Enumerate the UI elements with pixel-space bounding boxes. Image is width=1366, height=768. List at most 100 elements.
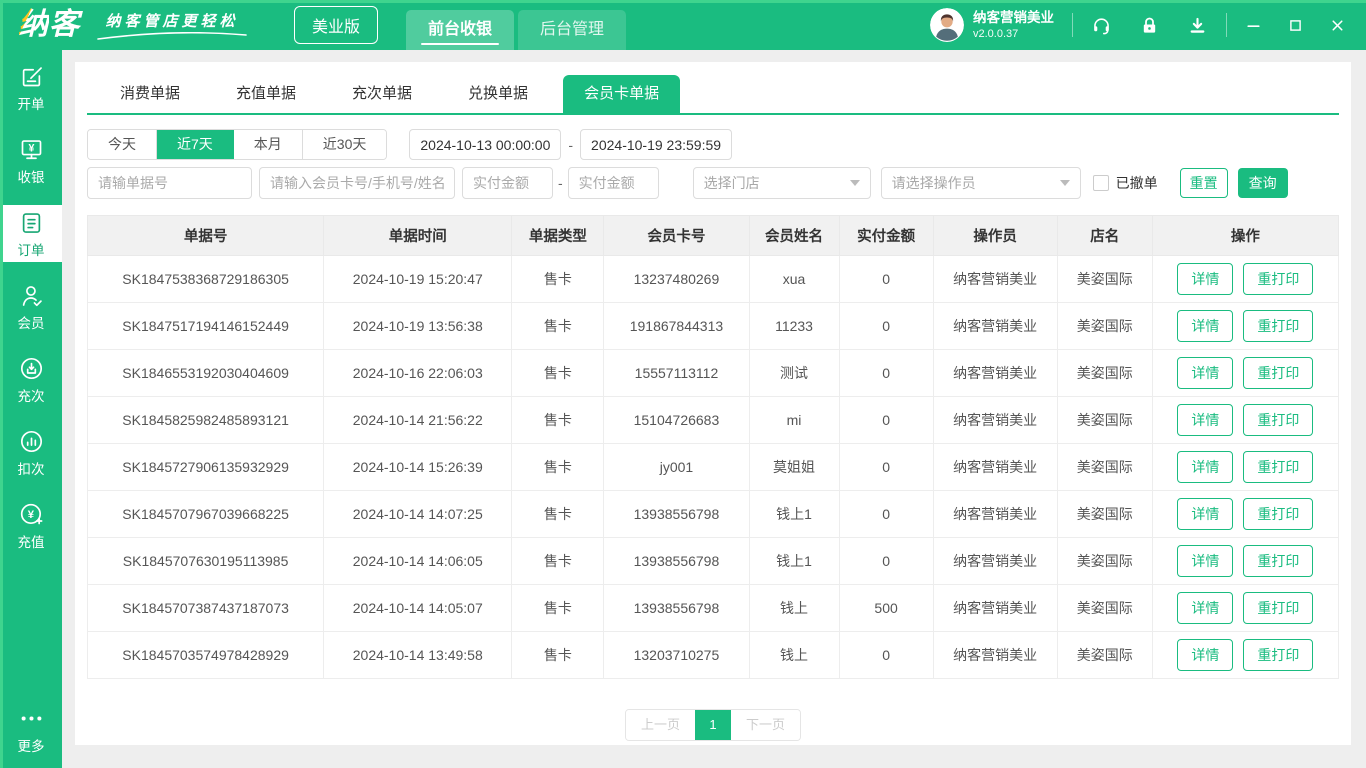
more-icon [18,705,45,732]
sidebar-item-recharge[interactable]: ¥充值 [0,497,62,554]
detail-button[interactable]: 详情 [1177,263,1233,295]
start-date-input[interactable] [409,129,561,160]
minimize-icon [1245,17,1262,34]
detail-button[interactable]: 详情 [1177,545,1233,577]
member-search-input[interactable] [259,167,455,199]
headset-icon [1091,15,1112,36]
prev-page-button[interactable]: 上一页 [626,710,695,740]
detail-button[interactable]: 详情 [1177,451,1233,483]
cell-type: 售卡 [512,256,604,303]
quick-range-button[interactable]: 本月 [234,130,303,159]
detail-button[interactable]: 详情 [1177,310,1233,342]
detail-button[interactable]: 详情 [1177,357,1233,389]
table-row: SK18457073874371870732024-10-14 14:05:07… [88,585,1339,632]
customer-service-button[interactable] [1091,15,1112,36]
end-date-input[interactable] [580,129,732,160]
cell-card_no: 13237480269 [604,256,749,303]
reprint-button[interactable]: 重打印 [1243,451,1313,483]
member-icon [18,282,45,309]
cell-time: 2024-10-14 14:06:05 [324,538,512,585]
cell-operator: 纳客营销美业 [933,538,1057,585]
pagination-area: 上一页 1 下一页 [87,709,1339,741]
orders-table: 单据号单据时间单据类型会员卡号会员姓名实付金额操作员店名操作 SK1847538… [87,215,1339,679]
sidebar-item-recharge-times[interactable]: 充次 [0,351,62,408]
tab-consume[interactable]: 消费单据 [99,75,201,113]
quick-range-button[interactable]: 今天 [88,130,157,159]
query-button[interactable]: 查询 [1238,168,1288,198]
detail-button[interactable]: 详情 [1177,639,1233,671]
edition-badge[interactable]: 美业版 [294,6,378,44]
maximize-button[interactable] [1287,17,1304,34]
reprint-button[interactable]: 重打印 [1243,498,1313,530]
column-header: 单据号 [88,216,324,256]
reprint-button[interactable]: 重打印 [1243,592,1313,624]
quick-range-button[interactable]: 近7天 [157,130,234,159]
sidebar-item-billing[interactable]: 开单 [0,59,62,116]
user-info[interactable]: 纳客营销美业 v2.0.0.37 [930,8,1054,42]
store-select[interactable]: 选择门店 [693,167,871,199]
cell-operator: 纳客营销美业 [933,585,1057,632]
next-page-button[interactable]: 下一页 [731,710,800,740]
tab-exchange[interactable]: 兑换单据 [447,75,549,113]
reset-button[interactable]: 重置 [1180,168,1228,198]
reprint-button[interactable]: 重打印 [1243,639,1313,671]
sidebar-item-deduct-times[interactable]: 扣次 [0,424,62,481]
tab-member-card[interactable]: 会员卡单据 [563,75,680,113]
orders-panel: 消费单据充值单据充次单据兑换单据会员卡单据 今天近7天本月近30天 - - 选择… [75,62,1351,745]
cell-type: 售卡 [512,632,604,679]
detail-button[interactable]: 详情 [1177,592,1233,624]
table-row: SK18475383687291863052024-10-19 15:20:47… [88,256,1339,303]
current-page-button[interactable]: 1 [695,710,731,740]
app-slogan: 纳客管店更轻松 [105,10,238,31]
sidebar-item-label: 扣次 [18,458,45,478]
cell-member: 钱上1 [749,491,839,538]
download-icon [1187,15,1208,36]
tab-recharge-times[interactable]: 充次单据 [331,75,433,113]
amount-max-input[interactable] [568,167,659,199]
cell-order_no: SK1845703574978428929 [88,632,324,679]
detail-button[interactable]: 详情 [1177,498,1233,530]
amount-min-input[interactable] [462,167,553,199]
cell-time: 2024-10-14 21:56:22 [324,397,512,444]
sidebar: 开单 ¥收银订单会员充次扣次 ¥充值更多 [0,50,62,768]
sidebar-item-orders[interactable]: 订单 [0,205,62,262]
nav-tab-front-cashier[interactable]: 前台收银 [406,10,514,50]
lock-button[interactable] [1139,15,1160,36]
revoked-checkbox[interactable] [1093,175,1109,191]
column-header: 实付金额 [839,216,933,256]
cell-member: 钱上 [749,585,839,632]
sidebar-item-cashier[interactable]: ¥收银 [0,132,62,189]
tab-recharge[interactable]: 充值单据 [215,75,317,113]
operator-select[interactable]: 请选择操作员 [881,167,1081,199]
sidebar-item-member[interactable]: 会员 [0,278,62,335]
recharge-times-icon [18,355,45,382]
minimize-button[interactable] [1245,17,1262,34]
reprint-button[interactable]: 重打印 [1243,545,1313,577]
cell-card_no: 13938556798 [604,585,749,632]
cell-actions: 详情重打印 [1152,585,1338,632]
cell-time: 2024-10-19 15:20:47 [324,256,512,303]
sidebar-item-label: 会员 [18,312,45,332]
reprint-button[interactable]: 重打印 [1243,357,1313,389]
nav-tab-back-manage[interactable]: 后台管理 [518,10,626,50]
cell-store: 美姿国际 [1057,350,1152,397]
reprint-button[interactable]: 重打印 [1243,310,1313,342]
maximize-icon [1287,17,1304,34]
sidebar-item-more[interactable]: 更多 [0,701,62,758]
cell-card_no: 13938556798 [604,491,749,538]
cell-member: 11233 [749,303,839,350]
reprint-button[interactable]: 重打印 [1243,404,1313,436]
operator-select-value: 请选择操作员 [892,173,976,193]
close-button[interactable] [1329,17,1346,34]
download-button[interactable] [1187,15,1208,36]
order-no-input[interactable] [87,167,252,199]
sidebar-item-label: 充次 [18,385,45,405]
cell-store: 美姿国际 [1057,397,1152,444]
reprint-button[interactable]: 重打印 [1243,263,1313,295]
cell-type: 售卡 [512,538,604,585]
main-content: 消费单据充值单据充次单据兑换单据会员卡单据 今天近7天本月近30天 - - 选择… [62,50,1366,768]
svg-text:¥: ¥ [28,142,34,154]
quick-range-button[interactable]: 近30天 [303,130,387,159]
detail-button[interactable]: 详情 [1177,404,1233,436]
cell-card_no: 13203710275 [604,632,749,679]
